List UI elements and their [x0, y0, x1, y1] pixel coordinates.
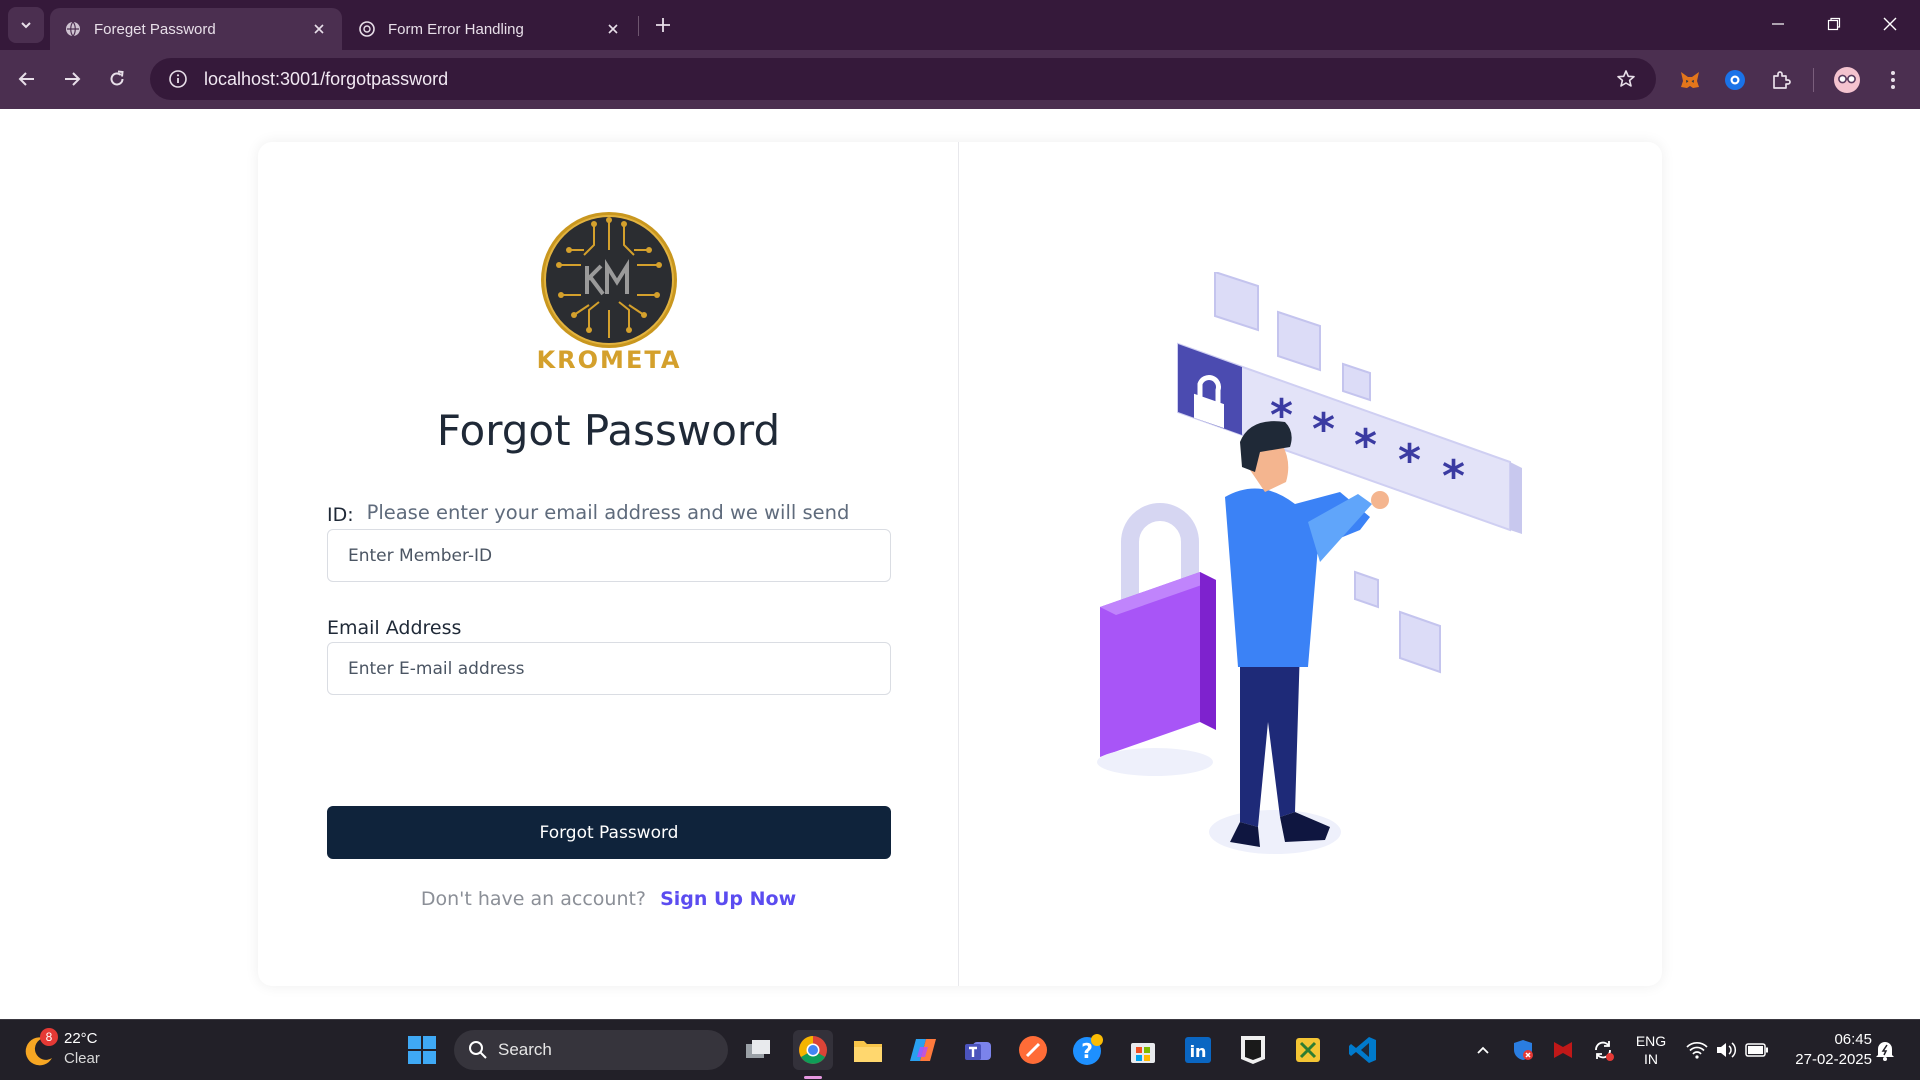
svg-text:?: ?	[1081, 1039, 1093, 1063]
language-code: ENG	[1635, 1033, 1667, 1049]
reload-button[interactable]	[100, 62, 134, 96]
arrow-right-icon	[65, 72, 81, 86]
epic-games-icon[interactable]	[1233, 1030, 1273, 1070]
tab-title: Form Error Handling	[388, 20, 524, 38]
signup-question: Don't have an account?	[420, 888, 647, 910]
back-button[interactable]	[10, 62, 44, 96]
brand-name: KROMETA	[536, 346, 682, 374]
krometa-logo	[541, 212, 677, 348]
taskbar-search[interactable]: Search	[454, 1030, 728, 1070]
svg-text:*: *	[1442, 451, 1465, 502]
password-security-illustration: * * * * *	[1097, 272, 1522, 854]
notifications-icon[interactable]	[1865, 1030, 1905, 1070]
defender-shield-icon[interactable]	[1503, 1030, 1543, 1070]
address-bar[interactable]: localhost:3001/forgotpassword	[150, 58, 1656, 100]
page-content: KROMETA Forgot Password Please enter you…	[0, 109, 1920, 1019]
windows-taskbar: 8 22°C Clear Search ? in ENG IN 06:45 27…	[0, 1019, 1920, 1080]
tab-search-button[interactable]	[8, 7, 44, 43]
close-icon	[1883, 17, 1897, 31]
tab-foreget-password[interactable]: Foreget Password	[50, 8, 342, 50]
forgot-password-card: KROMETA Forgot Password Please enter you…	[258, 142, 1662, 986]
signup-prompt: Don't have an account? Sign Up Now	[258, 888, 959, 910]
browser-menu-button[interactable]	[1876, 63, 1910, 97]
plus-icon	[656, 18, 670, 32]
search-icon	[469, 1041, 487, 1059]
close-tab-icon[interactable]	[604, 20, 622, 38]
extensions-puzzle-icon[interactable]	[1764, 63, 1798, 97]
teams-icon[interactable]	[958, 1030, 998, 1070]
site-info-icon[interactable]	[156, 58, 200, 100]
illustration-panel: * * * * *	[960, 142, 1662, 986]
toolbar-divider	[1813, 68, 1814, 92]
email-label: Email Address	[327, 617, 462, 639]
globe-icon	[64, 20, 82, 38]
restore-icon	[1827, 17, 1841, 31]
reload-icon	[110, 70, 124, 86]
form-panel: KROMETA Forgot Password Please enter you…	[258, 142, 959, 986]
clock-time: 06:45	[1834, 1031, 1872, 1048]
metamask-extension-icon[interactable]	[1673, 63, 1707, 97]
region-code: IN	[1644, 1051, 1658, 1067]
weather-temperature: 22°C	[64, 1030, 98, 1047]
help-icon[interactable]: ?	[1068, 1030, 1108, 1070]
page-title: Forgot Password	[436, 406, 781, 455]
search-label: Search	[498, 1040, 552, 1059]
vscode-icon[interactable]	[1343, 1030, 1383, 1070]
tab-divider	[638, 16, 639, 36]
clock-date: 27-02-2025	[1795, 1051, 1872, 1068]
microsoft-store-icon[interactable]	[1123, 1030, 1163, 1070]
linkedin-icon[interactable]: in	[1178, 1030, 1218, 1070]
kebab-menu-icon	[1891, 71, 1895, 89]
sync-icon[interactable]	[1583, 1030, 1623, 1070]
postman-icon[interactable]	[1013, 1030, 1053, 1070]
active-app-indicator	[804, 1076, 822, 1079]
weather-badge: 8	[40, 1028, 58, 1046]
arrow-left-icon	[18, 72, 34, 86]
snipping-tool-icon[interactable]	[1288, 1030, 1328, 1070]
mcafee-icon[interactable]	[1543, 1030, 1583, 1070]
forgot-password-button[interactable]: Forgot Password	[327, 806, 891, 859]
chatgpt-icon	[358, 20, 376, 38]
forward-button[interactable]	[55, 62, 89, 96]
show-hidden-icons-chevron[interactable]	[1463, 1030, 1503, 1070]
svg-text:*: *	[1354, 420, 1377, 471]
member-id-input[interactable]	[327, 529, 891, 582]
weather-condition: Clear	[64, 1050, 100, 1067]
svg-text:*: *	[1398, 435, 1421, 486]
tab-form-error-handling[interactable]: Form Error Handling	[344, 8, 636, 50]
new-tab-button[interactable]	[648, 10, 678, 40]
browser-tab-bar: Foreget Password Form Error Handling	[0, 0, 1920, 50]
system-clock[interactable]: 06:45 27-02-2025	[1776, 1030, 1872, 1070]
minimize-icon	[1772, 23, 1784, 25]
chrome-icon[interactable]	[793, 1030, 833, 1070]
restore-button[interactable]	[1814, 6, 1854, 42]
browser-toolbar: localhost:3001/forgotpassword	[0, 50, 1920, 109]
file-explorer-icon[interactable]	[848, 1030, 888, 1070]
svg-text:in: in	[1190, 1042, 1207, 1061]
id-label: ID:	[327, 504, 354, 526]
profile-avatar[interactable]	[1830, 63, 1864, 97]
bookmark-star-icon[interactable]	[1606, 59, 1646, 99]
close-window-button[interactable]	[1870, 6, 1910, 42]
chevron-down-icon	[21, 22, 31, 29]
minimize-button[interactable]	[1758, 6, 1798, 42]
extension-circle-icon[interactable]	[1718, 63, 1752, 97]
email-input[interactable]	[327, 642, 891, 695]
svg-text:*: *	[1312, 404, 1335, 455]
language-indicator[interactable]: ENG IN	[1630, 1032, 1672, 1068]
close-tab-icon[interactable]	[310, 20, 328, 38]
sign-up-link[interactable]: Sign Up Now	[660, 888, 796, 910]
tab-title: Foreget Password	[94, 20, 216, 38]
url-text[interactable]: localhost:3001/forgotpassword	[204, 69, 1606, 90]
battery-icon[interactable]	[1737, 1030, 1777, 1070]
copilot-icon[interactable]	[903, 1030, 943, 1070]
weather-widget[interactable]: 8 22°C Clear	[22, 1028, 142, 1072]
windows-start-icon[interactable]	[402, 1030, 442, 1070]
task-view-icon[interactable]	[738, 1030, 778, 1070]
